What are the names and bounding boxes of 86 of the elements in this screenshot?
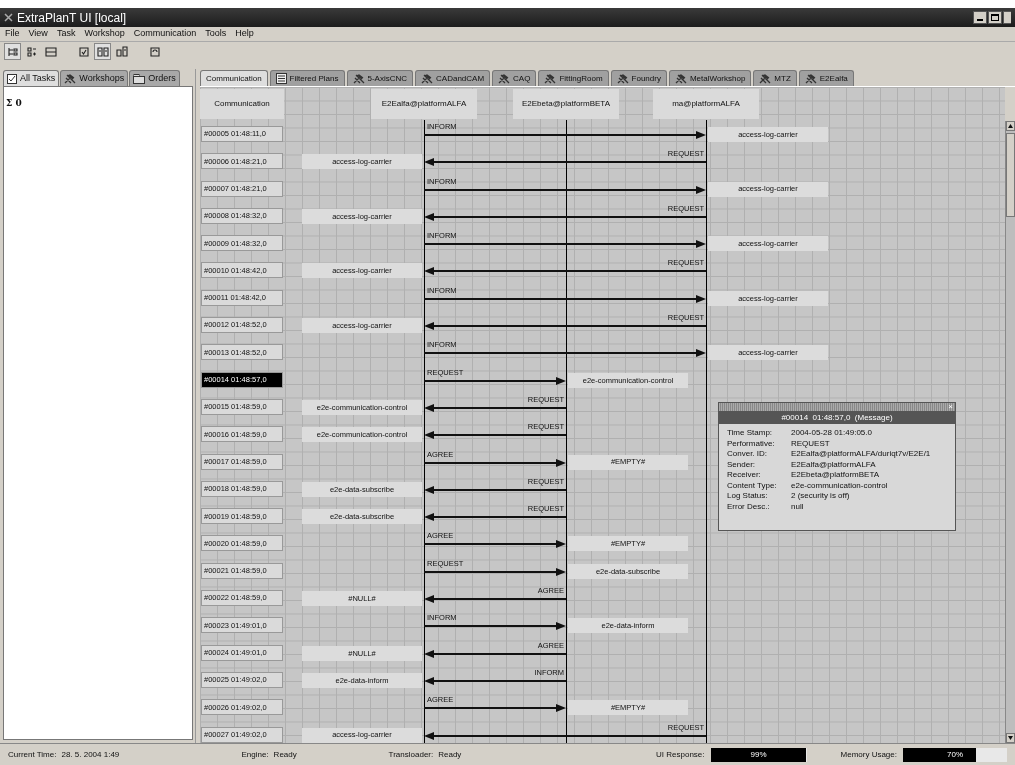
maximize-button[interactable] — [988, 11, 1002, 24]
workshop-tab[interactable]: E2Ealfa — [798, 70, 854, 86]
close-button[interactable] — [1003, 11, 1011, 24]
checkbox-icon — [77, 45, 90, 58]
list-icon — [25, 45, 38, 58]
meter-label: Memory Usage: — [840, 748, 897, 761]
hammer-icon — [498, 73, 511, 84]
menu-item[interactable]: Tools — [205, 27, 227, 41]
hammer-icon — [352, 73, 365, 84]
lifeline-header: E2Ealfa@platformALFA — [371, 89, 477, 119]
meter-label: UI Response: — [656, 748, 705, 761]
field-label: Performative: — [727, 438, 776, 449]
field-label: Receiver: — [727, 470, 762, 481]
scroll-down-icon — [1008, 736, 1013, 740]
workshop-tab[interactable]: Communication — [200, 70, 268, 86]
document-icon — [275, 73, 287, 84]
hammer-icon — [421, 73, 434, 84]
workshop-tab[interactable]: CAQ — [492, 70, 537, 86]
menu-item[interactable]: File — [5, 27, 20, 41]
field-value: E2Ealfa@platformALFA/duriqt7v/E2E/1 — [791, 449, 931, 460]
field-value: REQUEST — [791, 438, 830, 449]
field-label: Content Type: — [727, 480, 778, 491]
field-label: Time Stamp: — [727, 428, 774, 439]
popup-title: #00014 01:48:57,0 (Message) — [719, 411, 955, 424]
scroll-up-icon — [1008, 124, 1013, 128]
field-value: 2 (security is off) — [791, 491, 850, 502]
field-value: null — [791, 501, 804, 512]
hammer-icon — [616, 73, 629, 84]
status-value: Ready — [438, 748, 463, 761]
columns-icon — [96, 45, 109, 58]
menu-item[interactable]: Workshop — [84, 27, 125, 41]
status-value: Ready — [273, 748, 298, 761]
columns-button[interactable] — [113, 43, 130, 60]
checkbox-icon — [7, 73, 17, 84]
menu-item[interactable]: View — [28, 27, 48, 41]
refresh-icon — [148, 45, 161, 58]
field-label: Sender: — [727, 459, 757, 470]
hammer-icon — [674, 73, 687, 84]
window-title: ExtraPlanT UI [local] — [17, 9, 127, 27]
workshop-tab[interactable]: FittingRoom — [538, 70, 609, 86]
panel-tab[interactable]: All Tasks — [3, 70, 60, 86]
workshop-tab[interactable]: 5-AxisCNC — [346, 70, 414, 86]
field-value: 2004-05-28 01:49:05.0 — [791, 428, 872, 439]
field-value: E2Ealfa@platformALFA — [791, 459, 876, 470]
workshop-tab[interactable]: Foundry — [610, 70, 667, 86]
meter-reading: 70% — [946, 748, 964, 761]
lifeline-header: ma@platformALFA — [653, 89, 759, 119]
panel-icon — [44, 45, 57, 58]
app-icon — [4, 13, 13, 22]
status-label: Transloader: — [388, 748, 434, 761]
status-value: 28. 5. 2004 1:49 — [61, 748, 121, 761]
field-value: e2e-communication-control — [791, 480, 888, 491]
status-label: Current Time: — [8, 748, 57, 761]
menu-item[interactable]: Help — [235, 27, 254, 41]
popup-close-button[interactable]: × — [948, 403, 953, 411]
scrollbar-thumb[interactable] — [1006, 133, 1015, 217]
task-count: Σ 0 — [6, 98, 22, 108]
minimize-button[interactable] — [973, 11, 987, 24]
tree-icon — [6, 45, 19, 58]
columns-icon — [115, 45, 128, 58]
field-label: Log Status: — [727, 491, 769, 502]
workshop-tab[interactable]: CADandCAM — [415, 70, 491, 86]
workshop-tab[interactable]: MetalWorkshop — [668, 70, 752, 86]
field-label: Error Desc.: — [727, 501, 771, 512]
lifeline-header: E2Ebeta@platformBETA — [513, 89, 619, 119]
scrollbar[interactable] — [1005, 121, 1015, 743]
maximize-icon — [991, 14, 999, 21]
menu-item[interactable]: Communication — [133, 27, 197, 41]
folder-icon — [133, 73, 146, 84]
column-header: Communication — [200, 89, 284, 119]
hammer-icon — [804, 73, 817, 84]
minimize-icon — [977, 19, 983, 21]
hammer-icon — [759, 73, 772, 84]
hammer-icon — [64, 73, 77, 84]
workshop-tab[interactable]: Filtered Plans — [269, 70, 345, 86]
panel-tab[interactable]: Workshops — [60, 70, 129, 86]
field-label: Conver. ID: — [727, 449, 768, 460]
columns-button[interactable] — [94, 43, 111, 60]
field-value: E2Ebeta@platformBETA — [791, 470, 879, 481]
workshop-tab[interactable]: MTZ — [753, 70, 797, 86]
status-label: Engine: — [241, 748, 269, 761]
meter-reading: 99% — [749, 748, 768, 761]
menu-item[interactable]: Task — [56, 27, 76, 41]
tree-button[interactable] — [4, 43, 21, 60]
hammer-icon — [544, 73, 557, 84]
panel-tab[interactable]: Orders — [129, 70, 180, 86]
